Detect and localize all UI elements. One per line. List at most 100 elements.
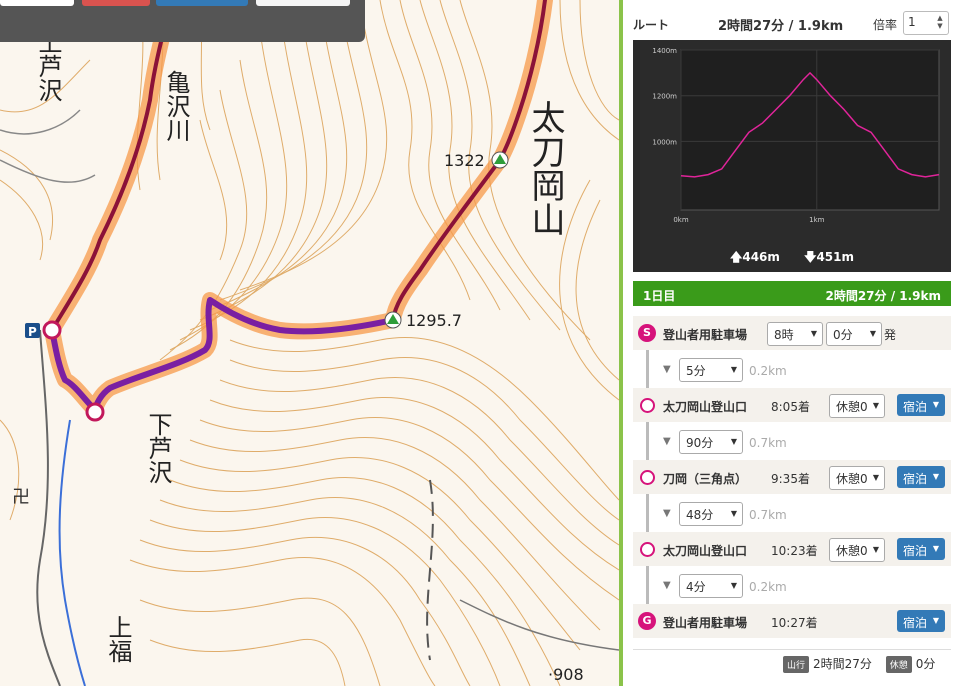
plot-area	[680, 49, 940, 211]
map-toolbar-button-2[interactable]	[82, 0, 150, 6]
triangle-down-icon: ▼	[663, 436, 671, 447]
leg-duration-value: 90分	[686, 436, 714, 450]
route-waypoint-trailhead[interactable]	[85, 402, 105, 422]
start-suffix: 発	[884, 328, 897, 342]
ascent-value: 446m	[742, 250, 780, 264]
map-toolbar-button-3[interactable]	[156, 0, 248, 6]
map-toolbar-button-4[interactable]	[256, 0, 350, 6]
river-label-kamesawa: 亀沢川	[162, 70, 190, 142]
lodge-label: 宿泊	[903, 472, 928, 486]
lodge-label: 宿泊	[903, 616, 928, 630]
chevron-down-icon: ▼	[872, 473, 879, 482]
map-canvas[interactable]: P 卍 1322 1295.7 ·908 太刀岡山 上芦沢 亀沢川 下芦沢 上福	[0, 0, 619, 686]
schedule-stop-2: 刀岡（三角点） 9:35着 休憩0 ▼ 宿泊 ▼	[633, 460, 951, 494]
chevron-down-icon: ▼	[872, 401, 879, 410]
zoom-value: 1	[908, 15, 916, 29]
triangle-down-icon: ▼	[663, 364, 671, 375]
spot-elevation-label: ·908	[548, 665, 584, 684]
schedule-leg-4: ▼ 4分 ▼ 0.2km	[633, 568, 951, 602]
walk-time-badge: 山行	[783, 656, 810, 673]
schedule-stop-goal: G 登山者用駐車場 10:27着 宿泊 ▼	[633, 604, 951, 638]
chevron-down-icon: ▼	[730, 365, 737, 374]
leg-duration-select[interactable]: 5分 ▼	[679, 358, 743, 382]
stop-name: 登山者用駐車場	[663, 616, 748, 630]
stop-name: 太刀岡山登山口	[663, 544, 748, 558]
chevron-down-icon: ▼	[872, 545, 879, 554]
zoom-label: 倍率	[873, 18, 898, 32]
day-label: 1日目	[643, 289, 676, 303]
schedule-leg-2: ▼ 90分 ▼ 0.7km	[633, 424, 951, 458]
place-label-shimo-ashizawa: 下芦沢	[144, 412, 172, 484]
ascent-stat: 🡅446m	[730, 250, 780, 264]
route-panel: ルート 2時間27分 / 1.9km 倍率 1 ▲ ▼ 1400m 1200m 100…	[623, 0, 959, 686]
arrival-time: 8:05着	[771, 400, 810, 414]
leg-duration-value: 5分	[686, 364, 706, 378]
goal-marker-icon: G	[638, 612, 656, 630]
zoom-stepper[interactable]: 1 ▲ ▼	[903, 11, 949, 35]
x-tick-label: 0km	[673, 216, 689, 224]
map-toolbar	[0, 0, 365, 42]
topo-map[interactable]: P 卍 1322 1295.7 ·908 太刀岡山 上芦沢 亀沢川 下芦沢 上福	[0, 0, 619, 686]
waypoint-marker-icon	[640, 398, 655, 413]
rest-value: 休憩0	[836, 472, 868, 486]
rest-value: 休憩0	[836, 544, 868, 558]
leg-distance: 0.7km	[749, 436, 787, 450]
route-label: ルート	[633, 18, 670, 32]
leg-distance: 0.7km	[749, 508, 787, 522]
walk-time-value: 2時間27分	[813, 657, 872, 671]
rest-time-value: 0分	[915, 657, 936, 671]
lodge-button[interactable]: 宿泊 ▼	[897, 610, 945, 632]
descent-value: 451m	[816, 250, 854, 264]
parking-icon-label: P	[28, 325, 37, 339]
elevation-chart-svg: 1400m 1200m 1000m 0km 1km	[652, 47, 940, 224]
footer-divider	[633, 649, 951, 650]
caret-down-icon: ▼	[932, 616, 939, 625]
leg-duration-select[interactable]: 48分 ▼	[679, 502, 743, 526]
spinner-arrows-icon[interactable]: ▲ ▼	[934, 14, 946, 30]
lodge-label: 宿泊	[903, 400, 928, 414]
totals-footer: 山行 2時間27分 休憩 0分	[783, 655, 935, 673]
start-marker-icon: S	[638, 324, 656, 342]
x-tick-label: 1km	[809, 216, 825, 224]
stop-name: 登山者用駐車場	[663, 328, 748, 342]
stop-name: 太刀岡山登山口	[663, 400, 748, 414]
chevron-down-icon: ▼	[730, 581, 737, 590]
chevron-down-icon: ▼	[869, 329, 876, 338]
triangle-down-icon: ▼	[663, 580, 671, 591]
place-label-kami-fuku: 上福	[104, 615, 132, 663]
lodge-button[interactable]: 宿泊 ▼	[897, 538, 945, 560]
map-toolbar-button-1[interactable]	[0, 0, 74, 6]
rest-select[interactable]: 休憩0 ▼	[829, 394, 885, 418]
leg-distance: 0.2km	[749, 580, 787, 594]
leg-duration-value: 4分	[686, 580, 706, 594]
rest-select[interactable]: 休憩0 ▼	[829, 538, 885, 562]
route-header: ルート 2時間27分 / 1.9km 倍率 1 ▲ ▼	[623, 0, 959, 40]
rest-select[interactable]: 休憩0 ▼	[829, 466, 885, 490]
leg-duration-select[interactable]: 4分 ▼	[679, 574, 743, 598]
y-tick-label: 1200m	[652, 93, 677, 101]
start-minute-value: 0分	[833, 328, 853, 342]
waypoint-marker-icon	[640, 542, 655, 557]
caret-down-icon: ▼	[932, 400, 939, 409]
schedule-leg-3: ▼ 48分 ▼ 0.7km	[633, 496, 951, 530]
river	[58, 419, 86, 686]
lodge-button[interactable]: 宿泊 ▼	[897, 466, 945, 488]
lodge-label: 宿泊	[903, 544, 928, 558]
schedule-stop-3: 太刀岡山登山口 10:23着 休憩0 ▼ 宿泊 ▼	[633, 532, 951, 566]
lodge-button[interactable]: 宿泊 ▼	[897, 394, 945, 416]
route-line[interactable]	[44, 0, 553, 418]
leg-distance: 0.2km	[749, 364, 787, 378]
leg-duration-select[interactable]: 90分 ▼	[679, 430, 743, 454]
chevron-down-icon: ▼	[810, 329, 817, 338]
start-hour-value: 8時	[774, 328, 794, 342]
start-minute-select[interactable]: 0分 ▼	[826, 322, 882, 346]
start-hour-select[interactable]: 8時 ▼	[767, 322, 823, 346]
schedule-stop-start: S 登山者用駐車場 8時 ▼ 0分 ▼ 発	[633, 316, 951, 350]
chevron-down-icon: ▼	[730, 437, 737, 446]
y-tick-label: 1000m	[652, 138, 677, 146]
schedule-stop-1: 太刀岡山登山口 8:05着 休憩0 ▼ 宿泊 ▼	[633, 388, 951, 422]
arrival-time: 9:35着	[771, 472, 810, 486]
benchmark-elevation-label: 1295.7	[406, 311, 462, 330]
mountain-name-label: 太刀岡山	[525, 100, 565, 236]
route-waypoint-parking[interactable]	[42, 320, 62, 340]
